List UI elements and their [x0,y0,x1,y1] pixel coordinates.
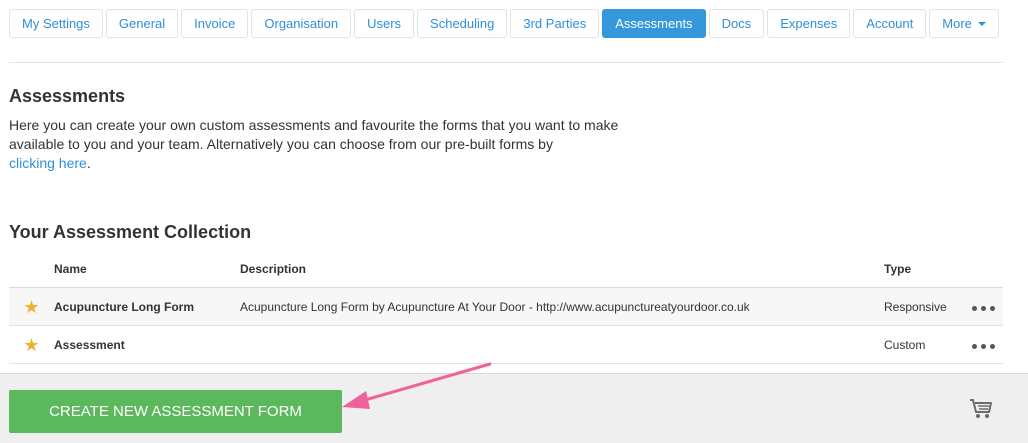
settings-tabs: My Settings General Invoice Organisation… [9,9,999,38]
collection-title: Your Assessment Collection [9,222,252,242]
star-icon[interactable]: ★ [23,297,39,317]
tab-general[interactable]: General [105,9,179,38]
assessment-table: Name Description Type ★ Acupuncture Long… [9,251,1003,364]
tab-assessments[interactable]: Assessments [602,9,706,38]
table-row[interactable]: ★ Acupuncture Long Form Acupuncture Long… [9,287,1003,326]
tab-account[interactable]: Account [853,9,927,38]
cart-icon[interactable] [969,398,993,420]
tab-users[interactable]: Users [354,9,415,38]
description-header: Description [240,251,884,288]
intro-text: Here you can create your own custom asse… [9,116,649,173]
tab-docs[interactable]: Docs [708,9,765,38]
favourite-header [9,251,54,288]
create-assessment-button[interactable]: CREATE NEW ASSESSMENT FORM [9,390,342,433]
favourite-cell: ★ [9,325,54,364]
star-icon[interactable]: ★ [23,335,39,355]
menu-cell [964,287,1003,326]
pointer-arrow [342,362,492,409]
description-cell: Acupuncture Long Form by Acupuncture At … [240,287,884,326]
tab-invoice[interactable]: Invoice [181,9,249,38]
table-row[interactable]: ★ Assessment Custom [9,325,1003,364]
type-cell: Custom [884,325,964,364]
type-cell: Responsive [884,287,964,326]
name-cell[interactable]: Acupuncture Long Form [54,287,240,326]
page-title: Assessments [9,86,126,106]
tab-more[interactable]: More [929,9,999,38]
intro-line-2: available to you and your team. Alternat… [9,136,553,152]
name-header: Name [54,251,240,288]
tab-more-label: More [942,16,972,31]
tab-organisation[interactable]: Organisation [251,9,352,38]
tab-3rd-parties[interactable]: 3rd Parties [510,9,600,38]
name-cell[interactable]: Assessment [54,325,240,364]
table-header-row: Name Description Type [9,251,1003,288]
tab-my-settings[interactable]: My Settings [9,9,103,38]
more-options-icon[interactable] [972,343,995,349]
more-options-icon[interactable] [972,305,995,311]
description-cell [240,325,884,364]
tab-expenses[interactable]: Expenses [767,9,851,38]
divider [9,62,1003,63]
menu-header [964,251,1003,288]
caret-down-icon [977,21,986,26]
favourite-cell: ★ [9,287,54,326]
footer-bar: CREATE NEW ASSESSMENT FORM [0,373,1028,443]
prebuilt-forms-link[interactable]: clicking here [9,155,87,171]
intro-end: . [86,155,91,171]
menu-cell [964,325,1003,364]
tab-scheduling[interactable]: Scheduling [417,9,508,38]
type-header: Type [884,251,964,288]
intro-line-1: Here you can create your own custom asse… [9,117,619,133]
